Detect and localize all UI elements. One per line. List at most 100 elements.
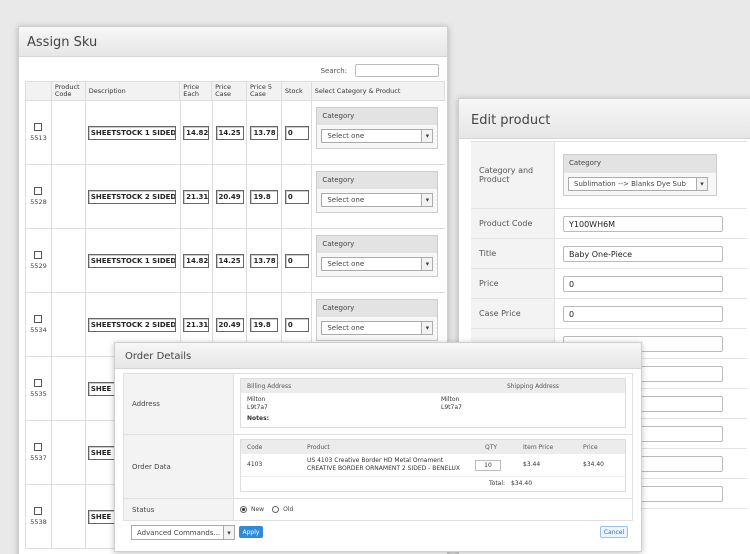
status-label: Status — [124, 499, 234, 520]
chevron-down-icon: ▾ — [696, 178, 707, 190]
row-price-5-case-input[interactable]: 19.8 — [250, 189, 279, 204]
title-input[interactable]: Baby One-Piece — [563, 245, 723, 262]
order-total-row: Total: $34.40 — [241, 476, 625, 491]
edit-category-select[interactable]: Sublimation --> Blanks Dye Sub ▾ — [568, 177, 708, 191]
row-description-input[interactable]: SHEETSTOCK 2 SIDED — [87, 317, 176, 332]
order-details-title: Order Details — [115, 343, 641, 369]
advanced-commands-select[interactable]: Advanced Commands... ▾ — [131, 525, 235, 540]
row-price-case-input[interactable]: 14.25 — [215, 253, 244, 268]
row-description-input[interactable]: SHEETSTOCK 1 SIDED — [87, 253, 176, 268]
order-details-body: Address Billing Address Shipping Address… — [123, 373, 633, 521]
row-sku: 5535 — [30, 390, 47, 398]
row-description-input[interactable]: SHEE — [87, 509, 116, 524]
shipping-postal: L9t7a7 — [441, 404, 462, 411]
apply-button[interactable]: Apply — [239, 526, 263, 538]
row-checkbox[interactable] — [34, 123, 43, 131]
edit-category-label: Category — [564, 155, 716, 173]
row-product-code — [52, 357, 86, 420]
row-description-input[interactable]: SHEE — [87, 381, 116, 396]
row-stock-input[interactable]: 0 — [284, 253, 309, 268]
item-product-line1: US 4103 Creative Border HD Metal Ornamen… — [307, 457, 444, 464]
header-checkbox-col — [26, 82, 52, 100]
chevron-down-icon: ▾ — [223, 526, 234, 539]
row-product-code — [52, 485, 86, 548]
row-stock-input[interactable]: 0 — [284, 189, 309, 204]
status-new-radio[interactable] — [240, 506, 247, 513]
row-price-5-case-input[interactable]: 13.78 — [250, 253, 279, 268]
price-label: Price — [471, 269, 555, 298]
price-input[interactable]: 0 — [563, 275, 723, 292]
row-product-code — [52, 293, 86, 356]
row-description-input[interactable]: SHEETSTOCK 2 SIDED — [87, 189, 176, 204]
row-price-case-input[interactable]: 14.25 — [215, 125, 244, 140]
col-qty: QTY — [485, 443, 498, 451]
edit-category-box: Category Sublimation --> Blanks Dye Sub … — [563, 154, 717, 196]
header-price-case: Price Case — [212, 82, 247, 100]
row-category-box: Category Select one ▾ — [316, 235, 439, 277]
item-qty-input[interactable]: 10 — [475, 459, 501, 471]
row-price-each-input[interactable]: 14.82 — [183, 125, 210, 140]
row-price-each-input[interactable]: 14.82 — [183, 253, 210, 268]
row-checkbox[interactable] — [34, 443, 43, 451]
row-product-code — [52, 165, 86, 228]
header-stock: Stock — [282, 82, 312, 100]
row-description-input[interactable]: SHEE — [87, 445, 116, 460]
col-code: Code — [247, 443, 263, 451]
row-price-case-input[interactable]: 20.49 — [215, 317, 244, 332]
row-checkbox[interactable] — [34, 251, 43, 259]
row-category-select[interactable]: Select one ▾ — [321, 321, 434, 335]
table-row: 5528 SHEETSTOCK 2 SIDED 21.31 20.49 19.8… — [25, 165, 445, 229]
edit-product-title: Edit product — [459, 99, 750, 139]
row-category-select[interactable]: Select one ▾ — [321, 129, 434, 143]
search-row: Search: — [321, 64, 439, 77]
assign-sku-title: Assign Sku — [19, 27, 447, 57]
title-label: Title — [471, 239, 555, 268]
row-stock-input[interactable]: 0 — [284, 125, 309, 140]
product-code-label: Product Code — [471, 209, 555, 238]
row-category-label: Category — [317, 236, 438, 253]
row-checkbox[interactable] — [34, 379, 43, 387]
case-price-input[interactable]: 0 — [563, 305, 723, 322]
table-row: 5529 SHEETSTOCK 1 SIDED 14.82 14.25 13.7… — [25, 229, 445, 293]
cancel-button[interactable]: Cancel — [600, 526, 628, 538]
row-category-select[interactable]: Select one ▾ — [321, 193, 434, 207]
search-input[interactable] — [355, 64, 439, 77]
row-checkbox[interactable] — [34, 315, 43, 323]
order-items-table: Code Product QTY Item Price Price 4103 U… — [240, 439, 626, 492]
row-price-5-case-input[interactable]: 13.78 — [250, 125, 279, 140]
header-description: Description — [86, 82, 181, 100]
sku-table-header: Product Code Description Price Each Pric… — [25, 81, 445, 101]
billing-city: Milton — [247, 396, 266, 403]
order-row-address: Address Billing Address Shipping Address… — [123, 373, 633, 435]
row-checkbox[interactable] — [34, 507, 43, 515]
search-label: Search: — [320, 66, 347, 75]
row-category-select[interactable]: Select one ▾ — [321, 257, 434, 271]
col-product: Product — [307, 443, 330, 451]
row-sku: 5538 — [30, 518, 47, 526]
chevron-down-icon: ▾ — [421, 194, 433, 206]
shipping-address-label: Shipping Address — [507, 382, 559, 390]
row-price-5-case-input[interactable]: 19.8 — [250, 317, 279, 332]
row-category-label: Category — [317, 108, 438, 125]
header-price-5-case: Price 5 Case — [247, 82, 282, 100]
row-checkbox[interactable] — [34, 187, 43, 195]
status-old-radio[interactable] — [272, 506, 280, 513]
item-total: $34.40 — [583, 461, 604, 468]
order-row-data: Order Data Code Product QTY Item Price P… — [123, 435, 633, 499]
header-product-code: Product Code — [52, 82, 86, 100]
row-stock-input[interactable]: 0 — [284, 317, 309, 332]
item-product-line2: CREATIVE BORDER ORNAMENT 2 SIDED - BENEL… — [307, 465, 460, 472]
row-product-code — [52, 421, 86, 484]
row-description-input[interactable]: SHEETSTOCK 1 SIDED — [87, 125, 176, 140]
row-price-each-input[interactable]: 21.31 — [183, 189, 210, 204]
row-price-case-input[interactable]: 20.49 — [215, 189, 244, 204]
notes-label: Notes: — [247, 415, 270, 422]
header-price-each: Price Each — [180, 82, 213, 100]
row-price-each-input[interactable]: 21.31 — [183, 317, 210, 332]
product-code-input[interactable]: Y100WH6M — [563, 215, 723, 232]
billing-postal: L9t7a7 — [247, 404, 268, 411]
row-category-product: Category and Product Category Sublimatio… — [471, 141, 747, 209]
row-sku: 5534 — [30, 326, 47, 334]
row-sku: 5537 — [30, 454, 47, 462]
case-price-label: Case Price — [471, 299, 555, 328]
